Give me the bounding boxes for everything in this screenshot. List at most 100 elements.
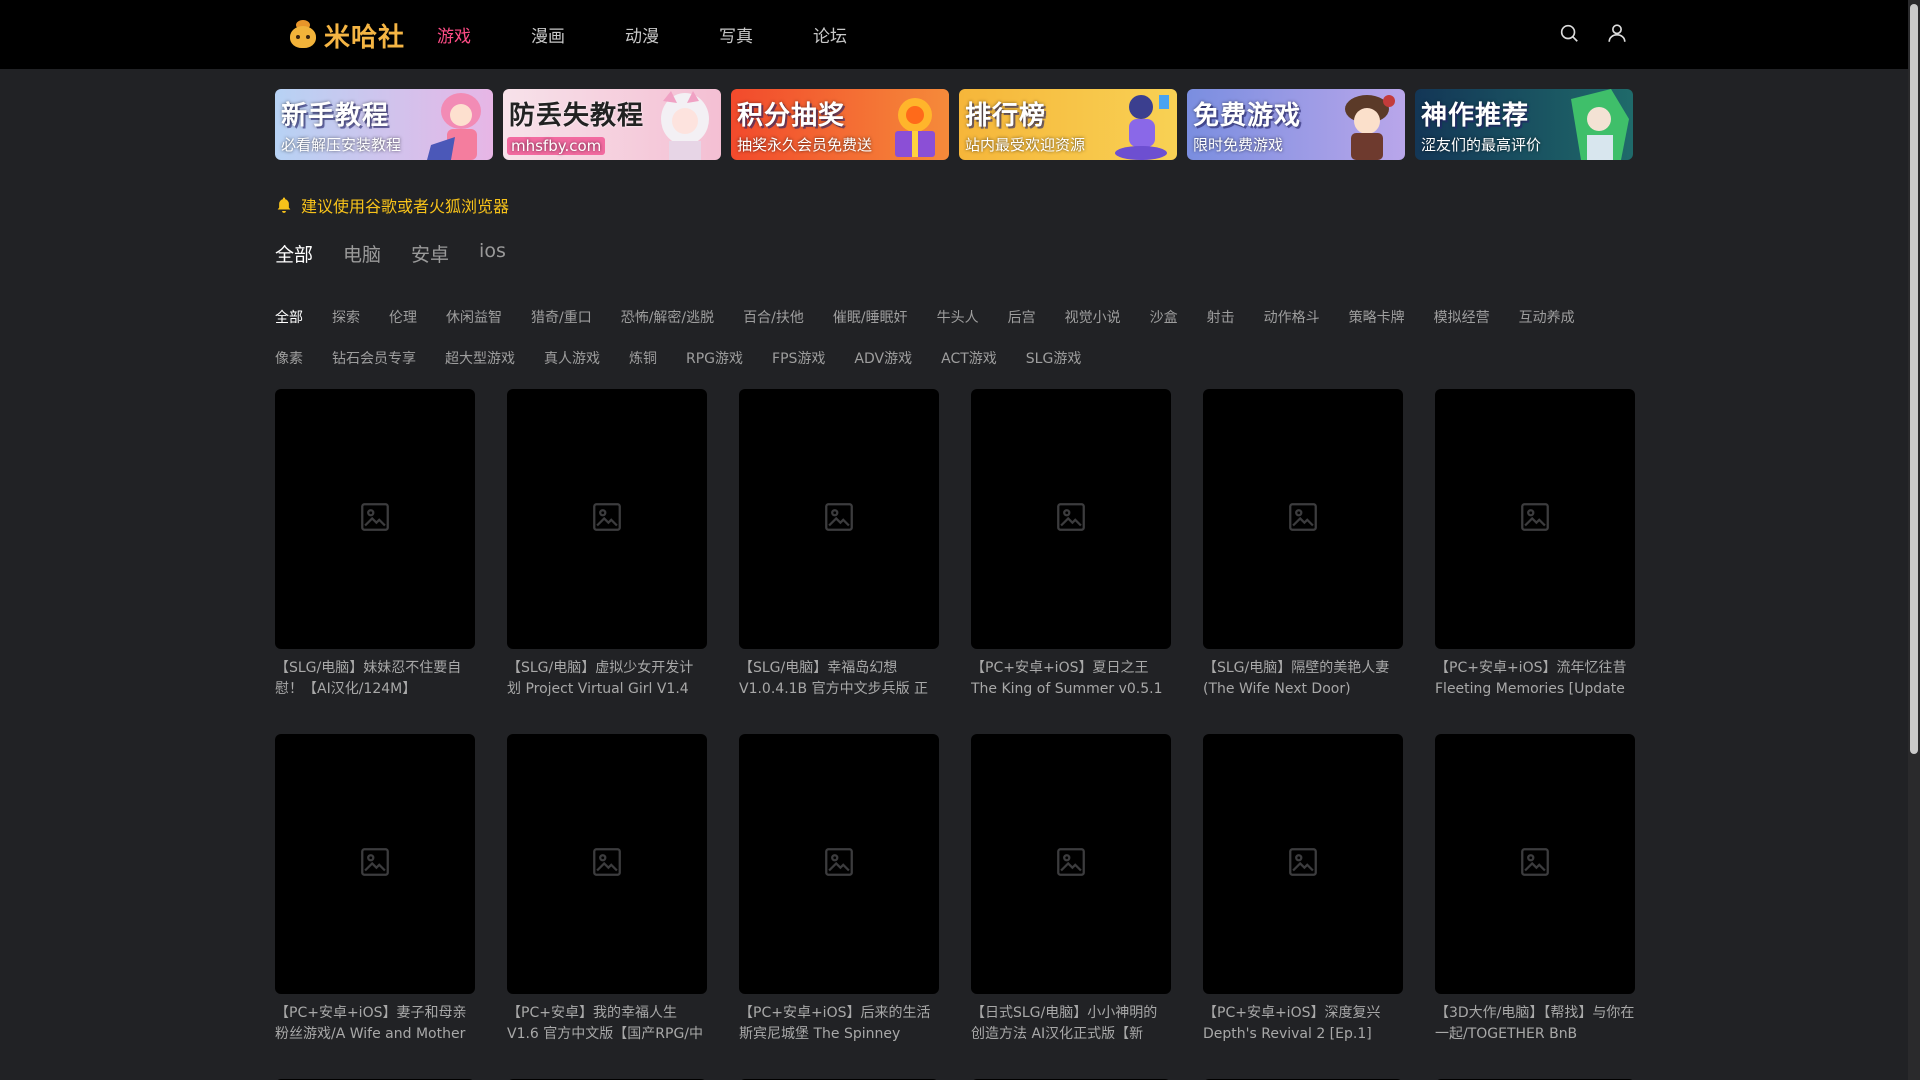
card-title[interactable]: 【PC+安卓+iOS】深度复兴 Depth's Revival 2 [Ep.1]… <box>1203 1003 1403 1045</box>
game-card[interactable]: 【PC+安卓+iOS】流年忆往昔 Fleeting Memories [Upda… <box>1435 389 1635 700</box>
card-title[interactable]: 【SLG/电脑】妹妹忍不住要自慰！【AI汉化/124M】 <box>275 658 475 700</box>
card-title[interactable]: 【PC+安卓+iOS】夏日之王 The King of Summer v0.5.… <box>971 658 1171 700</box>
banner-free-games[interactable]: 免费游戏 限时免费游戏 <box>1187 89 1405 160</box>
banner-subtitle: mhsfby.com <box>507 137 606 155</box>
image-placeholder-icon <box>822 500 856 538</box>
game-card[interactable]: 【PC+安卓+iOS】深度复兴 Depth's Revival 2 [Ep.1]… <box>1203 734 1403 1045</box>
card-thumbnail[interactable] <box>739 389 939 649</box>
tab-ios[interactable]: ios <box>479 240 506 267</box>
nav-item-forum[interactable]: 论坛 <box>813 22 847 47</box>
category-filter[interactable]: 模拟经营 <box>1434 307 1490 327</box>
card-thumbnail[interactable] <box>275 734 475 994</box>
category-filter[interactable]: RPG游戏 <box>686 348 743 368</box>
game-card[interactable]: 【3D大作/电脑】【帮找】与你在一起/TOGETHER BnB <box>1435 734 1635 1045</box>
game-card[interactable]: 【SLG/电脑】幸福岛幻想 V1.0.4.1B 官方中文步兵版 正式 <box>739 389 939 700</box>
category-filters: 全部 探索 伦理 休闲益智 猎奇/重口 恐怖/解密/逃脱 百合/扶他 催眠/睡眠奸 牛头人 后宫 视… <box>275 296 1655 378</box>
card-title[interactable]: 【PC+安卓+iOS】后来的生活 斯宾尼城堡 The Spinney v0.25 <box>739 1003 939 1045</box>
card-thumbnail[interactable] <box>1435 389 1635 649</box>
game-card[interactable]: 【SLG/电脑】虚拟少女开发计划 Project Virtual Girl V1… <box>507 389 707 700</box>
card-thumbnail[interactable] <box>507 389 707 649</box>
page-scrollbar[interactable] <box>1908 0 1920 1080</box>
game-card[interactable]: 【SLG/电脑】妹妹忍不住要自慰！【AI汉化/124M】 <box>275 389 475 700</box>
category-filter[interactable]: FPS游戏 <box>772 348 825 368</box>
game-card[interactable]: 【PC+安卓+iOS】夏日之王 The King of Summer v0.5.… <box>971 389 1171 700</box>
category-filter[interactable]: 炼铜 <box>629 348 657 368</box>
category-filter[interactable]: 真人游戏 <box>544 348 600 368</box>
game-card[interactable]: 【PC+安卓】我的幸福人生V1.6 官方中文版【国产RPG/中文/动 <box>507 734 707 1045</box>
category-filter[interactable]: 催眠/睡眠奸 <box>833 307 908 327</box>
category-filter[interactable]: 策略卡牌 <box>1349 307 1405 327</box>
category-filter[interactable]: 像素 <box>275 348 303 368</box>
banner-leaderboard[interactable]: 排行榜 站内最受欢迎资源 <box>959 89 1177 160</box>
category-filter[interactable]: 射击 <box>1207 307 1235 327</box>
card-title[interactable]: 【SLG/电脑】幸福岛幻想 V1.0.4.1B 官方中文步兵版 正式 <box>739 658 939 700</box>
category-filter[interactable]: ADV游戏 <box>854 348 912 368</box>
category-filter[interactable]: 猎奇/重口 <box>531 307 592 327</box>
nav-item-comics[interactable]: 漫画 <box>531 22 565 47</box>
anime-girl-art-icon <box>427 93 481 160</box>
category-filter[interactable]: 全部 <box>275 307 303 327</box>
nav-item-games[interactable]: 游戏 <box>437 22 471 47</box>
card-title[interactable]: 【PC+安卓+iOS】流年忆往昔 Fleeting Memories [Upda… <box>1435 658 1635 700</box>
card-title[interactable]: 【SLG/电脑】虚拟少女开发计划 Project Virtual Girl V1… <box>507 658 707 700</box>
card-thumbnail[interactable] <box>1435 734 1635 994</box>
card-thumbnail[interactable] <box>971 734 1171 994</box>
game-card[interactable]: 【日式SLG/电脑】小小神明的创造方法 AI汉化正式版【新 <box>971 734 1171 1045</box>
image-placeholder-icon <box>1286 845 1320 883</box>
gift-box-art-icon <box>895 98 935 157</box>
card-thumbnail[interactable] <box>507 734 707 994</box>
tab-android[interactable]: 安卓 <box>411 240 449 267</box>
banner-masterpiece-picks[interactable]: 神作推荐 涩友们的最高评价 <box>1415 89 1633 160</box>
trophy-character-art-icon <box>1115 95 1169 160</box>
category-filter[interactable]: 牛头人 <box>937 307 979 327</box>
tab-pc[interactable]: 电脑 <box>343 240 381 267</box>
game-card[interactable]: 【PC+安卓+iOS】妻子和母亲粉丝游戏/A Wife and Mother F… <box>275 734 475 1045</box>
card-thumbnail[interactable] <box>739 734 939 994</box>
category-filter[interactable]: SLG游戏 <box>1026 348 1082 368</box>
top-navbar: 米哈社 游戏 漫画 动漫 写真 论坛 <box>0 0 1908 69</box>
category-filter[interactable]: 视觉小说 <box>1065 307 1121 327</box>
banner-anti-loss-tutorial[interactable]: 防丢失教程 mhsfby.com <box>503 89 721 160</box>
anime-girl-art-icon <box>1345 95 1395 160</box>
category-filter[interactable]: 动作格斗 <box>1264 307 1320 327</box>
category-filter[interactable]: 钻石会员专享 <box>332 348 416 368</box>
banner-beginner-tutorial[interactable]: 新手教程 必看解压安装教程 <box>275 89 493 160</box>
promo-banners: 新手教程 必看解压安装教程 防丢失教程 mhsfby.com 积分抽奖 抽奖永久… <box>275 89 1633 160</box>
card-title[interactable]: 【PC+安卓】我的幸福人生V1.6 官方中文版【国产RPG/中文/动 <box>507 1003 707 1045</box>
card-title[interactable]: 【3D大作/电脑】【帮找】与你在一起/TOGETHER BnB <box>1435 1003 1635 1045</box>
card-thumbnail[interactable] <box>1203 389 1403 649</box>
site-logo[interactable]: 米哈社 <box>286 17 405 53</box>
tab-all[interactable]: 全部 <box>275 240 313 267</box>
card-thumbnail[interactable] <box>971 389 1171 649</box>
game-card[interactable]: 【PC+安卓+iOS】后来的生活 斯宾尼城堡 The Spinney v0.25 <box>739 734 939 1045</box>
category-filter[interactable]: 恐怖/解密/逃脱 <box>621 307 714 327</box>
card-title[interactable]: 【SLG/电脑】隔壁的美艳人妻 (The Wife Next Door) <box>1203 658 1403 700</box>
category-row: 全部 探索 伦理 休闲益智 猎奇/重口 恐怖/解密/逃脱 百合/扶他 催眠/睡眠奸 牛头人 后宫 视… <box>275 296 1655 337</box>
banner-title: 免费游戏 <box>1193 101 1302 131</box>
category-filter[interactable]: 互动养成 <box>1519 307 1575 327</box>
game-card[interactable]: 【SLG/电脑】隔壁的美艳人妻 (The Wife Next Door) <box>1203 389 1403 700</box>
card-title[interactable]: 【日式SLG/电脑】小小神明的创造方法 AI汉化正式版【新 <box>971 1003 1171 1045</box>
mascot-logo-icon <box>286 20 320 50</box>
image-placeholder-icon <box>1054 500 1088 538</box>
nav-item-photos[interactable]: 写真 <box>719 22 753 47</box>
banner-points-lottery[interactable]: 积分抽奖 抽奖永久会员免费送 <box>731 89 949 160</box>
anime-character-art-icon <box>1571 89 1629 160</box>
card-title[interactable]: 【PC+安卓+iOS】妻子和母亲粉丝游戏/A Wife and Mother F… <box>275 1003 475 1045</box>
card-thumbnail[interactable] <box>1203 734 1403 994</box>
category-filter[interactable]: 沙盒 <box>1150 307 1178 327</box>
category-filter[interactable]: 伦理 <box>389 307 417 327</box>
banner-subtitle: 必看解压安装教程 <box>281 136 402 154</box>
category-filter[interactable]: ACT游戏 <box>941 348 997 368</box>
card-thumbnail[interactable] <box>275 389 475 649</box>
category-filter[interactable]: 探索 <box>332 307 360 327</box>
search-icon[interactable] <box>1558 22 1580 44</box>
category-filter[interactable]: 超大型游戏 <box>445 348 515 368</box>
user-icon[interactable] <box>1606 22 1628 44</box>
category-filter[interactable]: 休闲益智 <box>446 307 502 327</box>
category-row: 像素 钻石会员专享 超大型游戏 真人游戏 炼铜 RPG游戏 FPS游戏 ADV游戏 ACT游戏 S… <box>275 337 1655 378</box>
category-filter[interactable]: 百合/扶他 <box>743 307 804 327</box>
scrollbar-thumb[interactable] <box>1910 4 1918 754</box>
nav-item-anime[interactable]: 动漫 <box>625 22 659 47</box>
category-filter[interactable]: 后宫 <box>1008 307 1036 327</box>
